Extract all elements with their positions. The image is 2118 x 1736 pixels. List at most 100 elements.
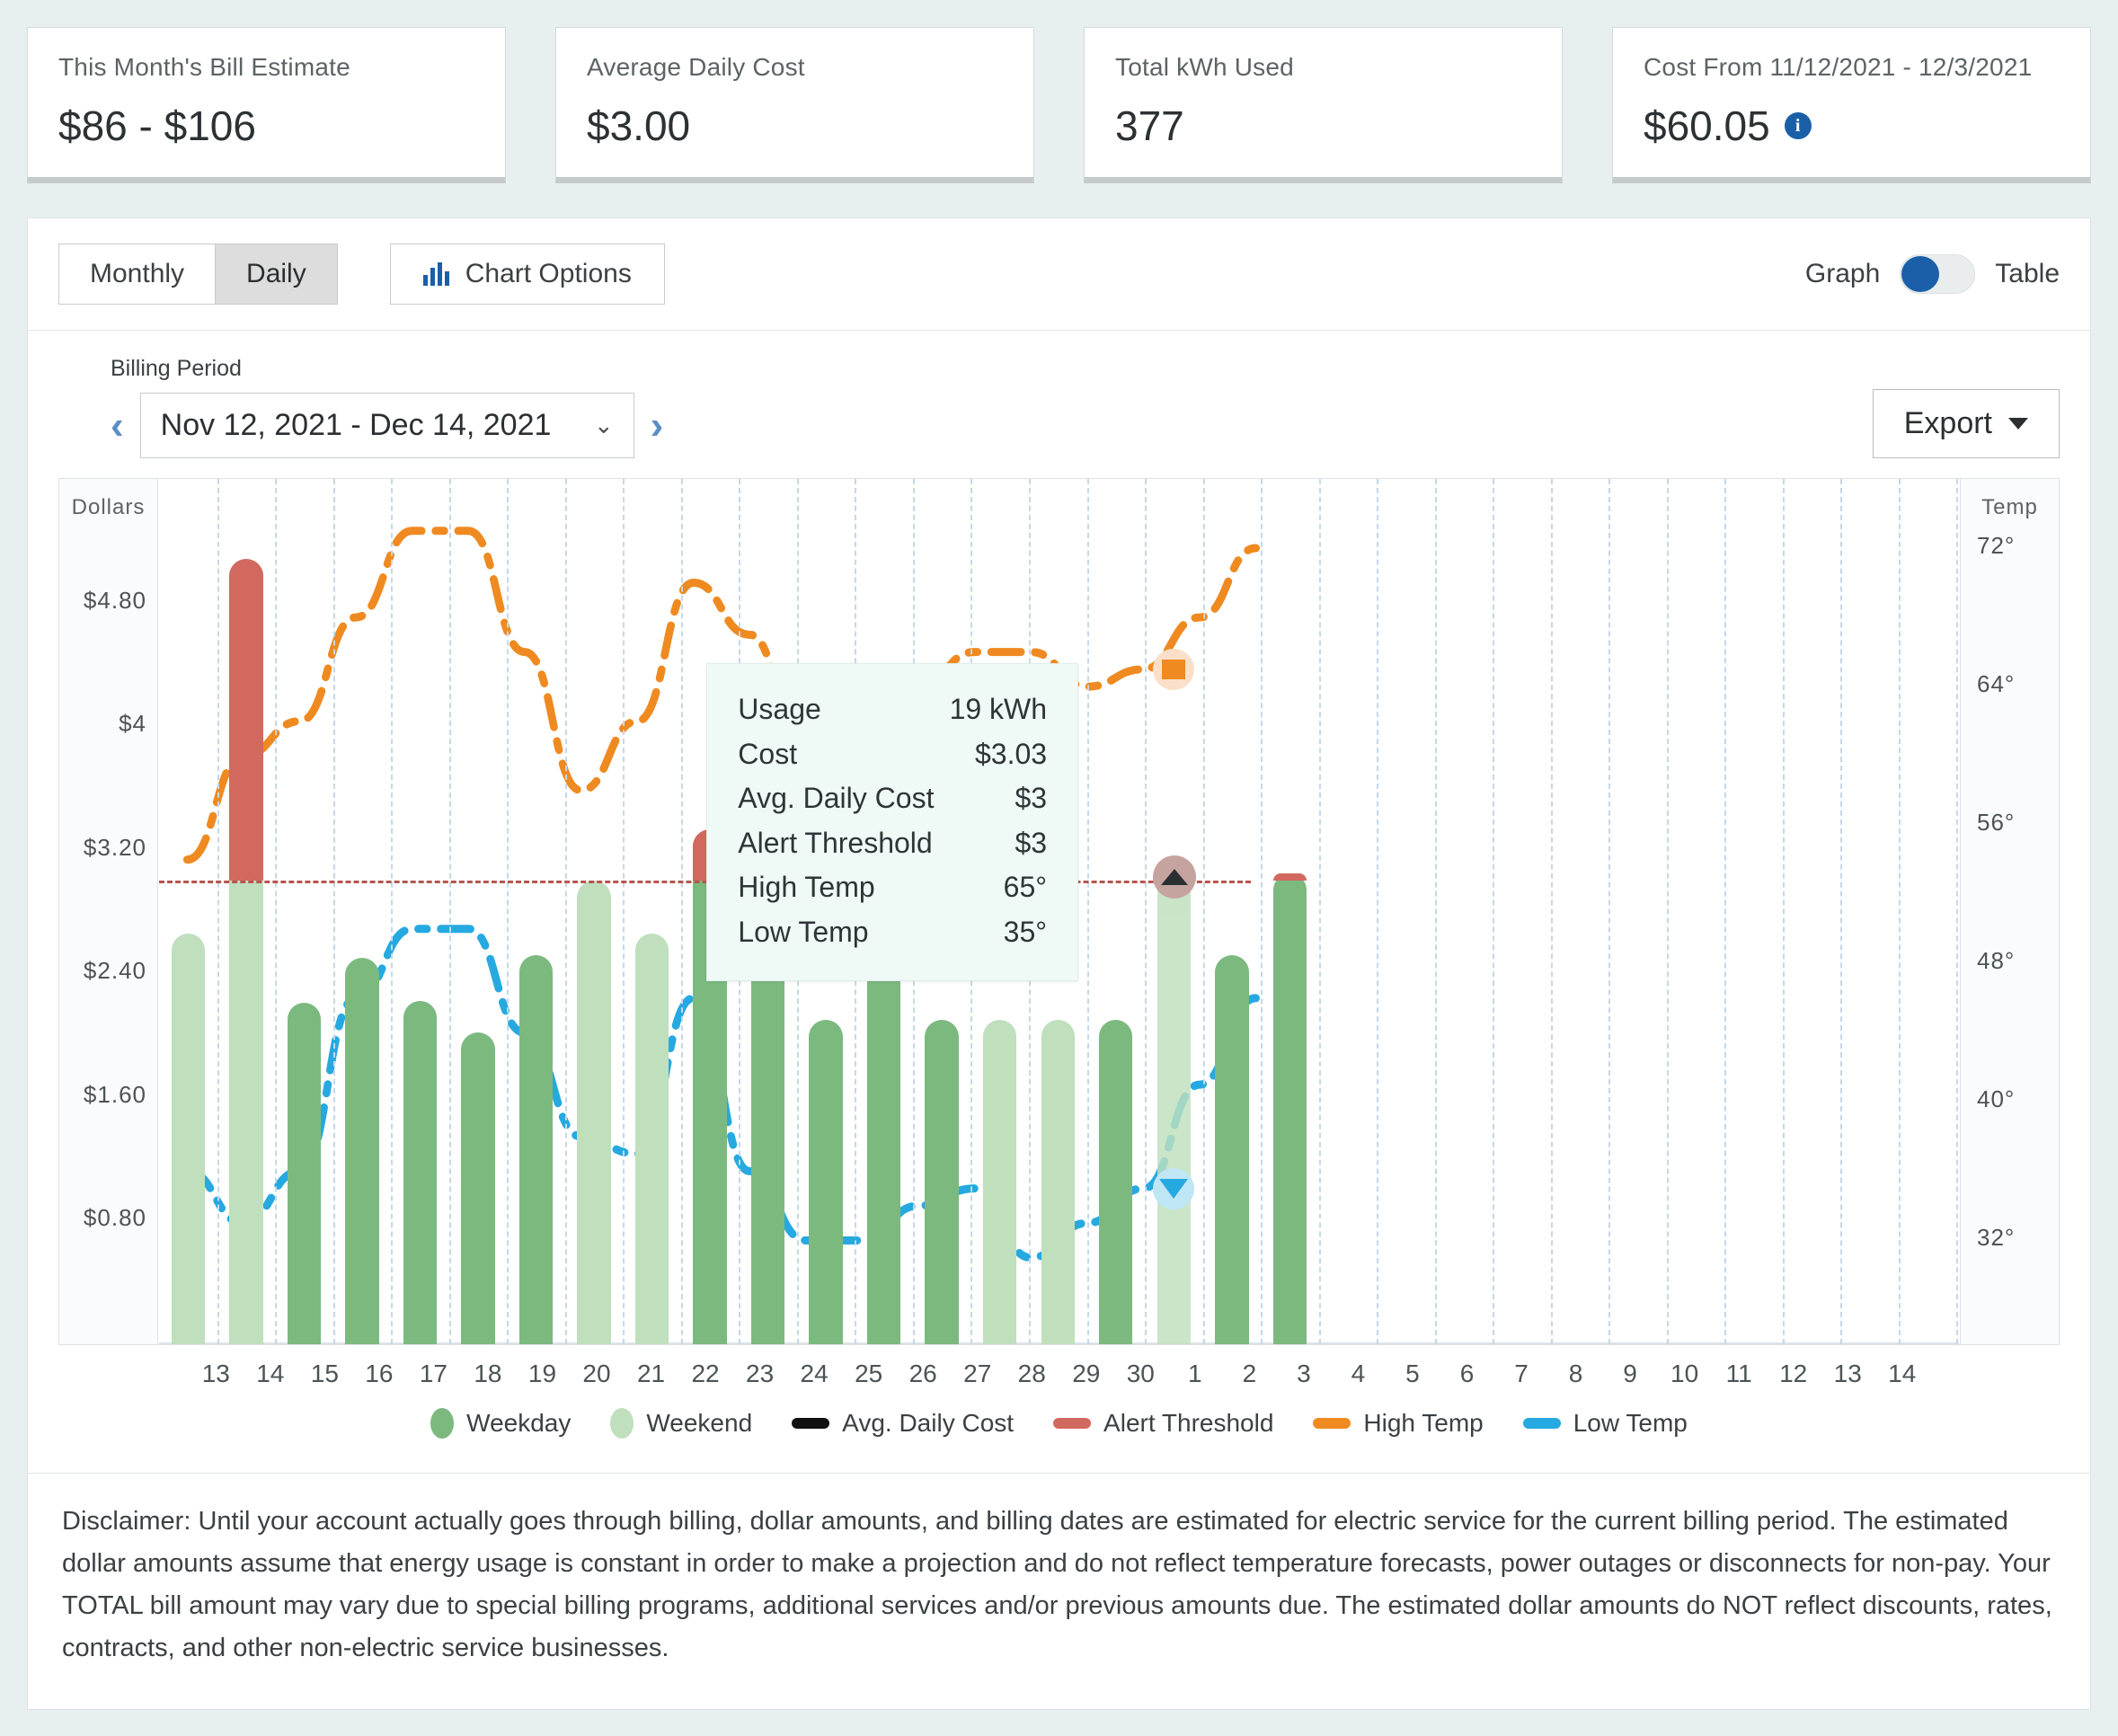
x-axis-tick: 29 (1072, 1360, 1101, 1387)
x-axis-tick: 23 (746, 1360, 775, 1387)
grid-line (1318, 479, 1321, 1344)
legend-item[interactable]: High Temp (1313, 1409, 1484, 1438)
legend-label: Weekday (466, 1409, 572, 1437)
y-axis-tick: $1.60 (83, 1080, 146, 1108)
x-axis-tick: 6 (1459, 1360, 1475, 1387)
tooltip-value: $3 (1015, 782, 1048, 815)
y2-axis-tick: 32° (1977, 1224, 2016, 1252)
chart-bar[interactable] (1041, 1019, 1075, 1344)
card-label: Average Daily Cost (587, 53, 805, 81)
chart-bar[interactable] (345, 958, 379, 1344)
tab-daily[interactable]: Daily (215, 244, 337, 304)
chart-bar[interactable] (403, 1001, 438, 1344)
grid-line (1145, 479, 1148, 1344)
export-button[interactable]: Export (1872, 389, 2060, 458)
chart-options-label: Chart Options (465, 259, 632, 288)
summary-cards: This Month's Bill Estimate $86 - $106 Av… (0, 0, 2118, 183)
chart-bar[interactable] (287, 1002, 322, 1344)
x-axis-tick: 16 (365, 1360, 394, 1387)
x-axis-tick: 19 (527, 1360, 557, 1387)
alert-threshold-line (159, 881, 1252, 884)
chart-bar[interactable] (925, 1019, 959, 1344)
chart-bar[interactable] (1156, 875, 1191, 1344)
summary-card: Cost From 11/12/2021 - 12/3/2021 $60.05 … (1612, 27, 2091, 183)
tooltip-label: Low Temp (738, 915, 869, 948)
x-axis-tick: 14 (1888, 1360, 1917, 1387)
x-axis-tick: 18 (474, 1360, 502, 1387)
x-axis-tick: 8 (1568, 1360, 1583, 1387)
grid-line (1724, 479, 1727, 1344)
graph-table-switch[interactable] (1900, 254, 1976, 294)
y2-axis-title: Temp (1981, 495, 2038, 519)
card-value-text: $3.00 (587, 102, 691, 149)
card-value-text: 377 (1115, 102, 1184, 149)
chart-options-button[interactable]: Chart Options (389, 244, 665, 305)
legend-item[interactable]: Alert Threshold (1053, 1409, 1273, 1438)
tooltip-row: Cost $3.03 (738, 732, 1047, 777)
legend-swatch-line-icon (1053, 1418, 1092, 1429)
view-period-segmented-control: Monthly Daily (58, 244, 338, 305)
x-axis-tick: 22 (691, 1360, 720, 1387)
grid-line (391, 479, 394, 1344)
usage-panel: Monthly Daily Chart Options Graph Table … (27, 217, 2091, 1474)
card-label: Total kWh Used (1115, 53, 1294, 81)
prev-period-icon[interactable]: ‹ (111, 405, 124, 446)
chart-bar[interactable] (518, 954, 554, 1344)
x-axis-tick: 21 (636, 1360, 666, 1387)
grid-line (1493, 479, 1495, 1344)
chart-bar[interactable] (1272, 872, 1307, 1344)
chart-toolbar: Monthly Daily Chart Options Graph Table (28, 218, 2090, 331)
chart-bar[interactable] (171, 933, 205, 1344)
legend-item[interactable]: Weekend (610, 1408, 752, 1439)
x-axis-tick: 20 (582, 1360, 611, 1387)
switch-knob (1901, 256, 1940, 292)
summary-card: This Month's Bill Estimate $86 - $106 (27, 27, 506, 183)
billing-period-controls: ‹ Nov 12, 2021 - Dec 14, 2021 ⌄ › (111, 393, 663, 458)
next-period-icon[interactable]: › (651, 405, 664, 446)
grid-line (1608, 479, 1611, 1344)
chart-bar[interactable] (634, 933, 669, 1344)
billing-period-label: Billing Period (111, 356, 242, 381)
grid-line (1434, 479, 1437, 1344)
tooltip-label: Alert Threshold (738, 826, 933, 859)
tooltip-value: $3.03 (974, 737, 1048, 770)
legend-swatch-line-icon (792, 1418, 830, 1429)
grid-line (1086, 479, 1089, 1344)
legend-label: Avg. Daily Cost (842, 1409, 1015, 1437)
legend-item[interactable]: Weekday (430, 1408, 571, 1439)
tooltip-label: High Temp (738, 871, 875, 904)
legend-label: Alert Threshold (1103, 1409, 1274, 1437)
x-axis-tick: 13 (1833, 1360, 1862, 1387)
grid-line (217, 479, 219, 1344)
card-value: $3.00 (587, 102, 1003, 150)
x-axis-tick: 27 (963, 1360, 992, 1387)
chart-container: Dollars $0.80 $1.60 $2.40 $3.20 $4 $4.80 Temp… (28, 478, 2090, 1473)
chart-bar[interactable] (229, 559, 263, 1344)
legend-item[interactable]: Low Temp (1522, 1409, 1688, 1438)
chart-bar[interactable] (461, 1032, 495, 1344)
chart-bar[interactable] (982, 1019, 1017, 1344)
chart-bar[interactable] (1099, 1019, 1133, 1344)
card-label: Cost From 11/12/2021 - 12/3/2021 (1644, 53, 2033, 81)
chart-bar[interactable] (577, 881, 611, 1344)
billing-period-select[interactable]: Nov 12, 2021 - Dec 14, 2021 ⌄ (139, 393, 634, 458)
y2-axis-tick: 64° (1977, 670, 2016, 698)
x-axis-tick: 28 (1017, 1360, 1046, 1387)
grid-line (1666, 479, 1669, 1344)
card-label: This Month's Bill Estimate (58, 53, 350, 81)
legend-label: High Temp (1363, 1409, 1484, 1437)
x-axis-tick: 5 (1405, 1360, 1420, 1387)
tab-monthly[interactable]: Monthly (59, 244, 216, 304)
card-value: $86 - $106 (58, 102, 474, 150)
tooltip-row: Avg. Daily Cost $3 (738, 776, 1047, 821)
tooltip-value: $3 (1015, 826, 1048, 859)
legend-item[interactable]: Avg. Daily Cost (792, 1409, 1014, 1438)
grid-line (680, 479, 683, 1344)
y-axis-tick: $3.20 (83, 833, 146, 861)
legend-swatch-dot-icon (610, 1408, 634, 1439)
info-icon[interactable]: i (1784, 112, 1812, 139)
chart-bar[interactable] (1215, 954, 1249, 1344)
chart-bar[interactable] (809, 1019, 843, 1344)
summary-card: Average Daily Cost $3.00 (555, 27, 1034, 183)
card-value-text: $86 - $106 (58, 102, 256, 149)
